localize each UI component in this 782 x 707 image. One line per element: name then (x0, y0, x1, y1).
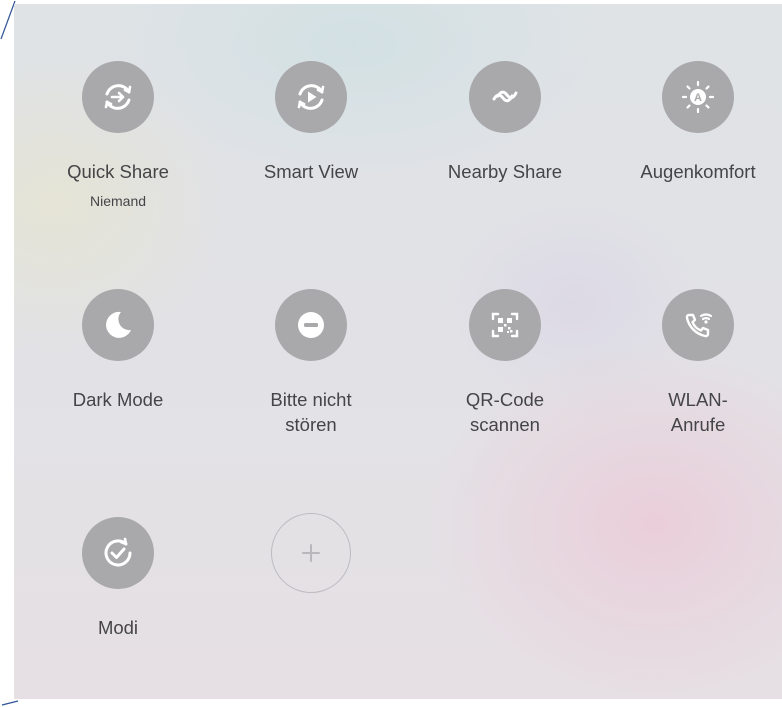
quick-settings-panel: Quick Share Niemand Smart View Nearby Sh… (14, 4, 782, 699)
add-tile-button[interactable] (271, 513, 351, 593)
tile-add[interactable] (221, 513, 401, 593)
smart-view-icon[interactable] (275, 61, 347, 133)
wifi-call-icon[interactable] (662, 289, 734, 361)
tile-nearby-share[interactable]: Nearby Share (415, 61, 595, 184)
do-not-disturb-icon[interactable] (275, 289, 347, 361)
plus-icon (302, 544, 320, 562)
tile-label: Dark Mode (72, 389, 164, 410)
tile-label: QR-Code scannen (465, 389, 545, 435)
tile-quick-share[interactable]: Quick Share Niemand (28, 61, 208, 210)
tile-label: Quick Share (67, 161, 169, 182)
quick-share-icon[interactable] (82, 61, 154, 133)
tile-label: WLAN- Anrufe (668, 389, 728, 435)
tile-sublabel: Niemand (89, 193, 147, 209)
tile-label: Bitte nicht stören (270, 389, 352, 435)
tile-label: Smart View (263, 161, 359, 182)
tile-eye-comfort[interactable]: A Augenkomfort (608, 61, 782, 184)
tile-modes[interactable]: Modi (28, 517, 208, 640)
tile-label: Modi (97, 617, 139, 638)
bottom-stroke (1, 700, 19, 706)
tile-label: Nearby Share (447, 161, 563, 182)
tile-wifi-calling[interactable]: WLAN- Anrufe (608, 289, 782, 437)
tile-dark-mode[interactable]: Dark Mode (28, 289, 208, 412)
eye-comfort-icon[interactable]: A (662, 61, 734, 133)
nearby-share-icon[interactable] (469, 61, 541, 133)
moon-icon[interactable] (82, 289, 154, 361)
tile-smart-view[interactable]: Smart View (221, 61, 401, 184)
tile-label: Augenkomfort (640, 161, 756, 182)
svg-text:A: A (694, 92, 702, 104)
screenshot-canvas: Quick Share Niemand Smart View Nearby Sh… (0, 0, 782, 707)
qr-code-icon[interactable] (469, 289, 541, 361)
tile-do-not-disturb[interactable]: Bitte nicht stören (221, 289, 401, 437)
modes-icon[interactable] (82, 517, 154, 589)
tile-qr-code-scanner[interactable]: QR-Code scannen (415, 289, 595, 437)
